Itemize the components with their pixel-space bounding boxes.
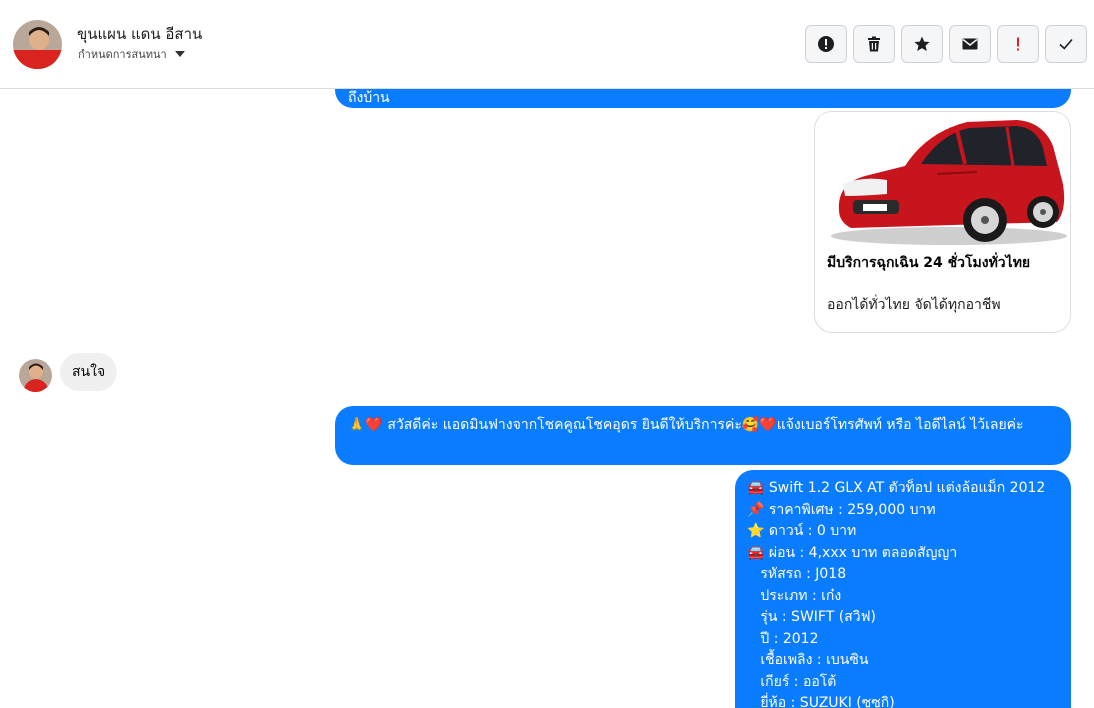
spec-list: 🚘 Swift 1.2 GLX AT ตัวท็อป แต่งล้อแม็ก 2… bbox=[747, 478, 1045, 708]
template-card[interactable]: มีบริการฉุกเฉิน 24 ชั่วโมงทั่วไทย ออกได้… bbox=[814, 111, 1071, 333]
avatar[interactable] bbox=[19, 359, 52, 392]
envelope-icon bbox=[962, 38, 978, 50]
spec-line: รุ่น : SWIFT (สวิฟ) bbox=[747, 609, 876, 625]
done-button[interactable] bbox=[1045, 25, 1087, 63]
message-text: ถึงบ้าน bbox=[348, 90, 390, 106]
incoming-message: สนใจ bbox=[60, 353, 118, 391]
outgoing-message: ถึงบ้าน bbox=[335, 89, 1071, 108]
delete-button[interactable] bbox=[853, 25, 895, 63]
caret-down-icon bbox=[174, 51, 185, 57]
exclamation-icon bbox=[1017, 37, 1019, 51]
spec-line: ประเภท : เก๋ง bbox=[747, 587, 842, 604]
message-text: 🙏❤️ สวัสดีค่ะ แอดมินฟางจากโชคคูณโชคอุดร … bbox=[348, 417, 1024, 433]
avatar[interactable] bbox=[13, 20, 62, 69]
spec-line: รหัสรถ : J018 bbox=[747, 566, 847, 582]
trash-icon bbox=[868, 36, 880, 52]
exclamation-circle-icon bbox=[818, 36, 834, 52]
spec-line: 📌 ราคาพิเศษ : 259,000 บาท bbox=[747, 501, 936, 518]
star-button[interactable] bbox=[901, 25, 943, 63]
spec-line: ⭐ ดาวน์ : 0 บาท bbox=[747, 523, 857, 539]
conversation-status-label: กำหนดการสนทนา bbox=[78, 48, 167, 61]
check-icon bbox=[1059, 38, 1073, 50]
star-icon bbox=[914, 36, 930, 51]
header-actions bbox=[805, 25, 1087, 63]
spec-line: ปี : 2012 bbox=[747, 630, 819, 647]
outgoing-message: 🚘 Swift 1.2 GLX AT ตัวท็อป แต่งล้อแม็ก 2… bbox=[735, 470, 1071, 708]
conversation-header: ขุนแผน แดน อีสาน กำหนดการสนทนา bbox=[0, 0, 1094, 89]
spec-line: เชื้อเพลิง : เบนซิน bbox=[747, 652, 869, 668]
spec-line: 🚘 Swift 1.2 GLX AT ตัวท็อป แต่งล้อแม็ก 2… bbox=[747, 480, 1046, 496]
outgoing-message: 🙏❤️ สวัสดีค่ะ แอดมินฟางจากโชคคูณโชคอุดร … bbox=[335, 406, 1071, 465]
car-image bbox=[817, 114, 1069, 247]
alert-icon-button[interactable] bbox=[805, 25, 847, 63]
spec-line: ยี่ห้อ : SUZUKI (ซูซูกิ) bbox=[747, 695, 895, 708]
contact-name: ขุนแผน แดน อีสาน bbox=[77, 25, 203, 43]
spec-line: 🚘 ผ่อน : 4,xxx บาท ตลอดสัญญา bbox=[747, 544, 958, 561]
spec-line: เกียร์ : ออโต้ bbox=[747, 673, 837, 690]
card-subtitle: ออกได้ทั่วไทย จัดได้ทุกอาชีพ bbox=[827, 297, 1001, 313]
mail-button[interactable] bbox=[949, 25, 991, 63]
important-button[interactable] bbox=[997, 25, 1039, 63]
message-thread[interactable]: ถึงบ้าน มีบริการฉุกเฉิน 24 ชั่วโมงทั่วไท… bbox=[0, 89, 1094, 708]
conversation-status-dropdown[interactable]: กำหนดการสนทนา bbox=[78, 45, 185, 63]
card-title: มีบริการฉุกเฉิน 24 ชั่วโมงทั่วไทย bbox=[827, 255, 1031, 271]
